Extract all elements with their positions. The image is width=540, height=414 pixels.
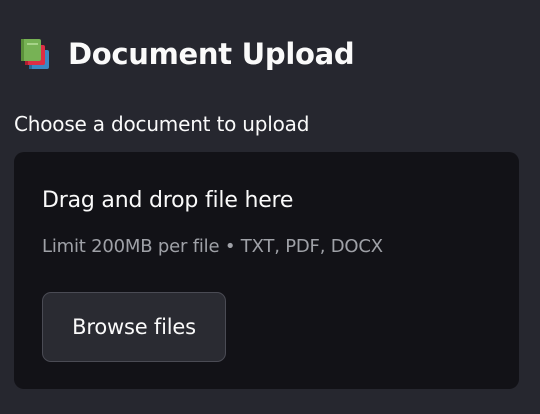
books-icon (21, 39, 49, 69)
file-uploader-label: Choose a document to upload (14, 112, 310, 136)
file-dropzone[interactable]: Drag and drop file here Limit 200MB per … (14, 152, 519, 389)
file-limit-text: Limit 200MB per file • TXT, PDF, DOCX (42, 236, 383, 257)
page-title: Document Upload (68, 37, 355, 71)
page-header: Document Upload (18, 36, 355, 72)
drop-instructions: Drag and drop file here (42, 188, 294, 213)
browse-files-button[interactable]: Browse files (42, 292, 226, 362)
app-page: Document Upload Choose a document to upl… (0, 0, 540, 414)
